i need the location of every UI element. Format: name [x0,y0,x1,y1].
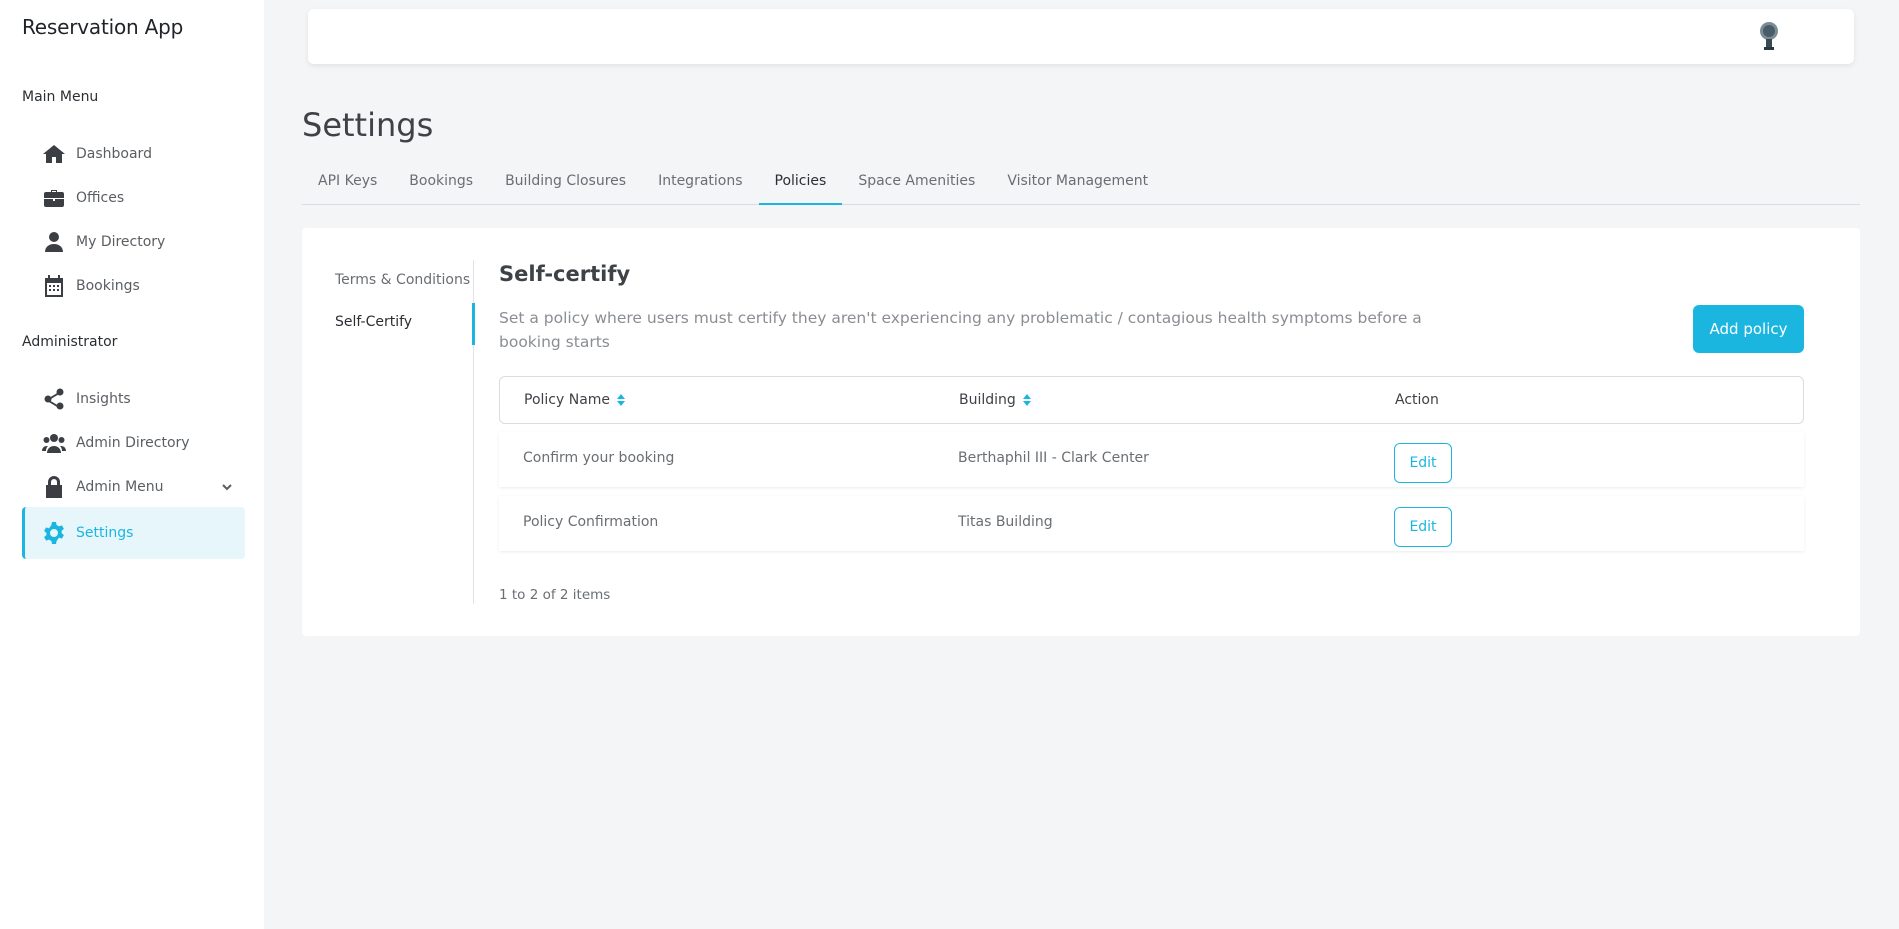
tab-bookings[interactable]: Bookings [393,167,489,205]
sidebar-item-settings[interactable]: Settings [22,507,245,559]
tab-visitor-management[interactable]: Visitor Management [991,167,1164,205]
column-action: Action [1395,392,1439,408]
sidebar-item-my-directory[interactable]: My Directory [22,222,245,262]
section-description: Set a policy where users must certify th… [499,309,1422,351]
sidebar-item-label: Bookings [76,278,140,294]
sidebar-item-admin-directory[interactable]: Admin Directory [22,423,245,463]
sidebar: Reservation App Main Menu Dashboard Offi… [0,0,264,929]
briefcase-icon [40,184,68,212]
avatar[interactable] [1754,20,1784,52]
sidebar-item-label: Offices [76,190,125,206]
main-menu-label: Main Menu [22,89,99,105]
calendar-icon [40,272,68,300]
users-icon [40,429,68,457]
tab-integrations[interactable]: Integrations [642,167,758,205]
section-title: Self-certify [499,262,631,286]
column-building[interactable]: Building [959,392,1031,408]
lock-icon [40,473,68,501]
settings-tabs: API Keys Bookings Building Closures Inte… [302,167,1860,205]
table-header: Policy Name Building Action [499,376,1804,424]
policy-name-cell: Policy Confirmation [523,514,659,530]
sidebar-item-insights[interactable]: Insights [22,379,245,419]
sort-icon[interactable] [1022,394,1031,406]
subnav-active-indicator [472,303,475,345]
top-bar [308,9,1854,64]
column-policy-name[interactable]: Policy Name [524,392,626,408]
share-icon [40,385,68,413]
subnav-self-certify[interactable]: Self-Certify [335,314,412,330]
tab-api-keys[interactable]: API Keys [302,167,393,205]
building-cell: Titas Building [958,514,1053,530]
column-label: Policy Name [524,392,611,408]
column-label: Action [1395,392,1439,408]
sidebar-item-admin-menu[interactable]: Admin Menu [22,467,245,507]
tab-building-closures[interactable]: Building Closures [489,167,642,205]
chevron-down-icon[interactable] [221,481,233,493]
tab-space-amenities[interactable]: Space Amenities [842,167,991,205]
sidebar-item-label: Insights [76,391,131,407]
column-label: Building [959,392,1016,408]
administrator-label: Administrator [22,334,118,350]
sidebar-item-label: Settings [76,525,134,541]
sidebar-item-offices[interactable]: Offices [22,178,245,218]
app-title: Reservation App [22,15,184,39]
user-icon [40,228,68,256]
gear-icon [40,519,68,547]
policy-name-cell: Confirm your booking [523,450,675,466]
sidebar-item-label: Admin Directory [76,435,190,451]
subnav-terms-conditions[interactable]: Terms & Conditions [335,272,470,288]
sidebar-item-bookings[interactable]: Bookings [22,266,245,306]
sidebar-item-label: My Directory [76,234,166,250]
table-row: Policy Confirmation Titas Building Edit [499,496,1804,551]
table-row: Confirm your booking Berthaphil III - Cl… [499,432,1804,487]
policies-card: Terms & Conditions Self-Certify Self-cer… [302,228,1860,636]
edit-button[interactable]: Edit [1394,443,1452,483]
building-cell: Berthaphil III - Clark Center [958,450,1149,466]
tab-policies[interactable]: Policies [758,167,843,205]
add-policy-button[interactable]: Add policy [1693,305,1804,353]
sidebar-item-dashboard[interactable]: Dashboard [22,134,245,174]
edit-button[interactable]: Edit [1394,507,1452,547]
page-title: Settings [302,106,434,144]
sort-icon[interactable] [617,394,626,406]
sidebar-item-label: Admin Menu [76,479,164,495]
sidebar-item-label: Dashboard [76,146,152,162]
home-icon [40,140,68,168]
pagination-summary: 1 to 2 of 2 items [499,587,611,603]
